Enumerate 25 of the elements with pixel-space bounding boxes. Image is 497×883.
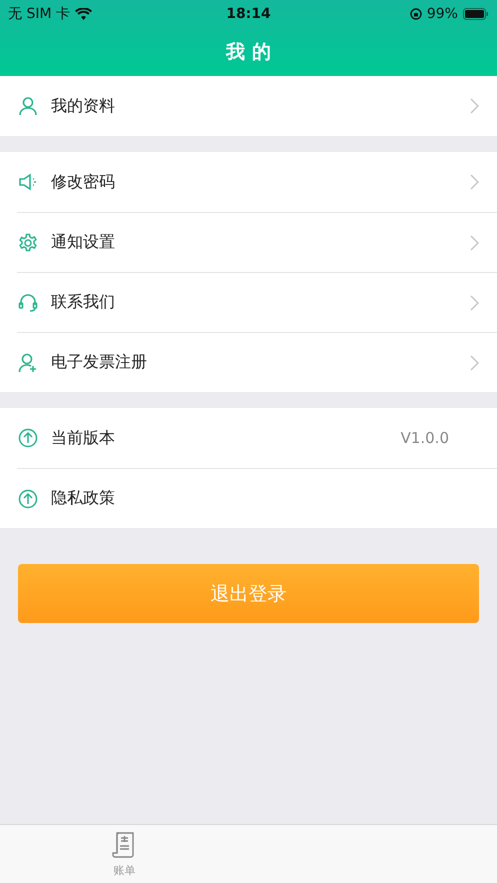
chevron-right-icon <box>470 294 479 310</box>
speaker-icon <box>18 172 38 192</box>
gear-icon <box>18 232 38 252</box>
wifi-icon <box>75 8 92 20</box>
chevron-right-icon <box>470 174 479 190</box>
chevron-right-icon <box>470 234 479 250</box>
menu-item[interactable]: 修改密码 <box>0 152 497 212</box>
headset-icon <box>18 292 38 312</box>
person-icon <box>18 96 38 116</box>
menu-item[interactable]: 我的资料 <box>0 76 497 136</box>
battery-percent: 99% <box>426 6 458 22</box>
carrier-label: 无 SIM 卡 <box>8 5 70 23</box>
chevron-right-icon <box>470 98 479 114</box>
add-user-icon <box>18 352 38 372</box>
rotation-lock-icon <box>410 8 422 20</box>
menu-item[interactable]: 通知设置 <box>0 212 497 272</box>
menu-item[interactable]: 隐私政策 <box>0 468 497 528</box>
receipt-scroll-icon <box>112 830 136 858</box>
page-title: 我 的 <box>226 40 271 65</box>
clock-time: 18:14 <box>226 6 271 22</box>
menu-item[interactable]: 电子发票注册 <box>0 332 497 392</box>
battery-icon <box>462 8 489 20</box>
menu-item[interactable]: 联系我们 <box>0 272 497 332</box>
menu-item[interactable]: 当前版本 V1.0.0 <box>0 408 497 468</box>
chevron-right-icon <box>470 354 479 370</box>
